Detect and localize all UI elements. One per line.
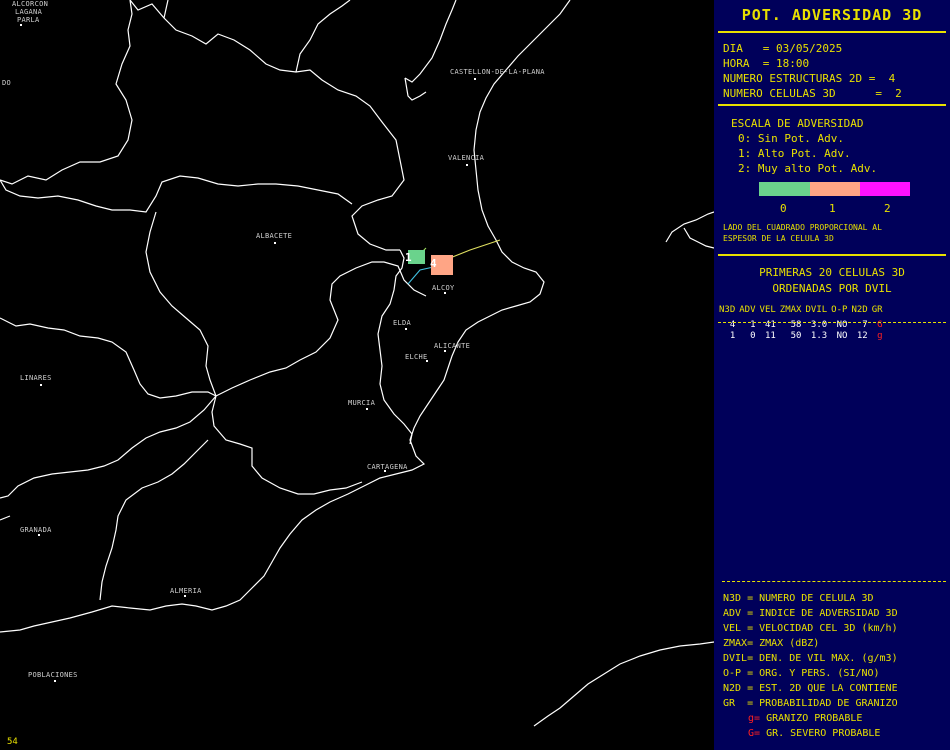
divider [718,31,946,33]
city-label: MURCIA [348,399,376,407]
frame-number: 54 [7,737,18,747]
structures-count: NUMERO ESTRUCTURAS 2D = 4 [723,72,896,85]
hail-key: g= [748,713,761,724]
legend-line: ADV = INDICE DE ADVERSIDAD 3D [723,608,898,619]
column-header: O-P [831,305,848,315]
map-boundaries: 1 4 [0,0,714,727]
legend-line: N2D = EST. 2D QUE LA CONTIENE [723,683,898,694]
cell-adv: 0 [750,331,756,341]
hail-probable-legend: g= GRANIZO PROBABLE [748,711,862,726]
legend-line: DVIL= DEN. DE VIL MAX. (g/m3) [723,653,898,664]
cells-table: N3D ADV VEL ZMAX DVIL O-P N2D GR 4 1 41 … [717,305,885,342]
legend-divider [722,581,946,582]
city-dot [366,408,368,410]
cell-dvil: 1.3 [810,331,828,341]
city-label: ALBACETE [256,232,293,240]
divider [718,104,946,106]
cell-n3d: 1 [729,331,736,341]
city-label: ALCORCON [12,0,49,8]
scale-swatch-0 [759,182,810,196]
legend-line: N3D = NUMERO DE CELULA 3D [723,593,874,604]
scale-label-0: 0 [780,202,787,215]
city-label: LAGANA [15,8,43,16]
cell-n2d: 12 [856,331,868,341]
city-label: LINARES [20,374,52,382]
column-header: DVIL [805,305,828,315]
cells-title: PRIMERAS 20 CELULAS 3D [759,266,905,279]
city-label: CASTELLON-DE-LA-PLANA [450,68,545,76]
table-divider [718,322,946,323]
note-line: LADO DEL CUADRADO PROPORCIONAL AL [723,223,882,232]
column-header: N3D [719,305,736,315]
panel-title: POT. ADVERSIDAD 3D [741,6,923,24]
time-line: HORA = 18:00 [723,57,810,70]
coastline [0,0,571,633]
table-row: 1 0 11 50 1.3 NO 12 g [717,331,885,342]
city-dot [426,360,428,362]
scale-item-0: 0: Sin Pot. Adv. [738,132,844,145]
column-header: ADV [739,305,756,315]
legend-line: ZMAX= ZMAX (dBZ) [723,638,820,649]
cell-op: NO [836,331,848,341]
scale-item-1: 1: Alto Pot. Adv. [738,147,851,160]
legend-line: O-P = ORG. Y PERS. (SI/NO) [723,668,880,679]
hail-severe-text: GR. SEVERO PROBABLE [760,728,881,739]
legend-line: VEL = VELOCIDAD CEL 3D (km/h) [723,623,898,634]
legend-line: GR = PROBABILIDAD DE GRANIZO [723,698,898,709]
cells-subtitle: ORDENADAS POR DVIL [772,282,892,295]
cell-zmax: 50 [790,331,802,341]
hail-severe-legend: G= GR. SEVERO PROBABLE [748,726,880,741]
cell-label-4: 4 [430,257,437,270]
scale-label-1: 1 [829,202,836,215]
city-label: ALCOY [432,284,455,292]
city-label: PARLA [17,16,40,24]
hail-severe-key: G= [748,728,761,739]
cells-count: NUMERO CELULAS 3D = 2 [723,87,902,100]
info-panel: POT. ADVERSIDAD 3D DIA = 03/05/2025 HORA… [714,0,950,750]
city-dot [184,595,186,597]
column-header: GR [871,305,883,315]
city-dot [20,24,22,26]
city-dot [444,350,446,352]
scale-item-2: 2: Muy alto Pot. Adv. [738,162,878,175]
city-dot [466,164,468,166]
cell-gr: g [877,331,883,341]
city-label: ALMERIA [170,587,202,595]
column-header: N2D [851,305,868,315]
cell-vel: 11 [764,331,776,341]
city-label: VALENCIA [448,154,485,162]
city-label: DO [2,79,12,87]
city-dot [40,384,42,386]
city-dot [444,292,446,294]
scale-label-2: 2 [884,202,891,215]
column-header: ZMAX [779,305,802,315]
city-label: ALICANTE [434,342,471,350]
city-label: ELDA [393,319,412,327]
scale-swatch-2 [860,182,910,196]
city-label: CARTAGENA [367,463,408,471]
cell-label-1: 1 [405,251,412,264]
date-line: DIA = 03/05/2025 [723,42,843,55]
divider [718,254,946,256]
column-header: VEL [759,305,776,315]
scale-swatch-1 [810,182,860,196]
city-label: POBLACIONES [28,671,78,679]
city-dot [474,78,476,80]
city-label: ELCHE [405,353,428,361]
city-dot [384,470,386,472]
city-label: GRANADA [20,526,52,534]
city-dot [405,328,407,330]
table-header-row: N3D ADV VEL ZMAX DVIL O-P N2D GR [717,305,885,316]
city-dot [274,242,276,244]
city-dot [54,680,56,682]
city-dot [38,534,40,536]
note-line: ESPESOR DE LA CELULA 3D [723,234,834,243]
radar-map[interactable]: 1 4 ALCORCON LAGANA PARLA DO CASTELLON-D… [0,0,714,750]
hail-text: GRANIZO PROBABLE [760,713,863,724]
scale-title: ESCALA DE ADVERSIDAD [731,117,864,130]
